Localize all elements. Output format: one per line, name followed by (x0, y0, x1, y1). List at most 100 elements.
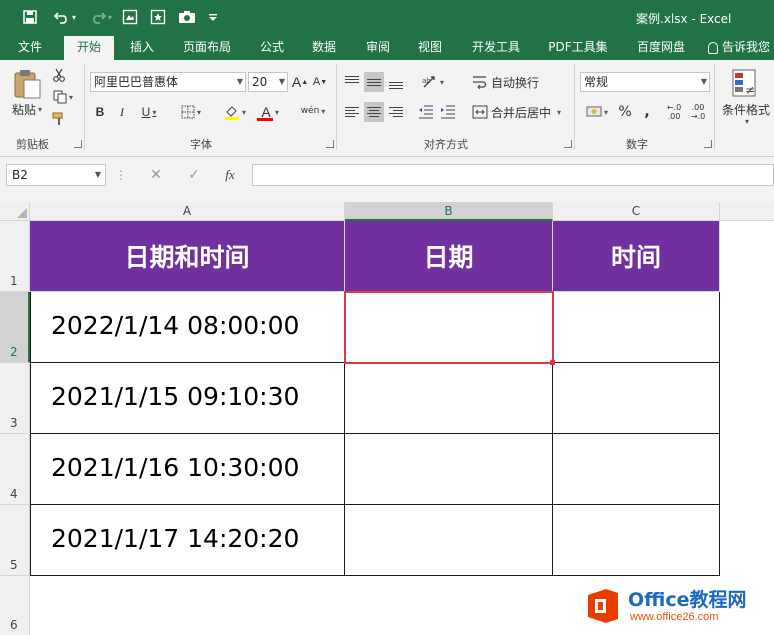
cell-c3[interactable] (553, 363, 720, 434)
clipboard-launcher-icon[interactable] (74, 140, 82, 148)
cell-b1[interactable]: 日期 (345, 221, 553, 292)
cut-icon[interactable] (50, 66, 68, 84)
wrap-text-button[interactable]: 自动换行 (472, 72, 542, 92)
paste-button[interactable]: 粘贴 ▾ (10, 102, 44, 117)
font-group-label: 字体 (190, 138, 212, 151)
column-header-b[interactable]: B (345, 202, 553, 221)
column-header-d[interactable] (720, 202, 774, 221)
cell-c2[interactable] (553, 292, 720, 363)
font-name-select[interactable]: 阿里巴巴普惠体 ▼ (90, 72, 246, 92)
conditional-formatting-icon[interactable]: ≠ (726, 66, 762, 102)
shrink-font-button[interactable]: A ▼ (312, 72, 328, 92)
cell-a5[interactable]: 2021/1/17 14:20:20 (30, 505, 345, 576)
font-color-icon[interactable]: A ▾ (254, 102, 284, 122)
increase-decimal-icon[interactable]: ←.0.00 (664, 100, 684, 124)
conditional-formatting-button[interactable]: 条件格式 (718, 102, 774, 117)
cell-c5[interactable] (553, 505, 720, 576)
worksheet-grid[interactable]: A B C 1 2 3 4 5 6 日期和时间 日期 时间 2022/1/14 … (0, 202, 774, 635)
borders-icon[interactable]: ▾ (176, 102, 206, 122)
merge-center-button[interactable]: 合并后居中 ▾ (472, 102, 570, 122)
decrease-indent-icon[interactable] (416, 102, 436, 122)
copy-icon[interactable]: ▾ (50, 88, 76, 106)
bold-button[interactable]: B (92, 102, 108, 122)
tab-file[interactable]: 文件 (8, 36, 52, 60)
undo-icon[interactable]: ▾ (50, 7, 80, 27)
active-cell-selection[interactable] (344, 291, 554, 364)
tab-review[interactable]: 审阅 (356, 36, 400, 60)
cell-a4[interactable]: 2021/1/16 10:30:00 (30, 434, 345, 505)
font-size-select[interactable]: 20 ▼ (248, 72, 288, 92)
chevron-down-icon[interactable]: ▼ (95, 165, 101, 185)
tab-view[interactable]: 视图 (408, 36, 452, 60)
screenshot-icon[interactable] (120, 7, 140, 27)
watermark-url: www.office26.com (630, 611, 719, 623)
row-header-2[interactable]: 2 (0, 292, 30, 363)
underline-button[interactable]: U ▾ (136, 102, 162, 122)
select-all-corner[interactable] (0, 202, 30, 221)
tab-developer[interactable]: 开发工具 (464, 36, 528, 60)
align-right-icon[interactable] (386, 102, 406, 122)
paste-icon[interactable] (10, 66, 44, 102)
align-bottom-icon[interactable] (386, 72, 406, 92)
title-bar: ▾ ▾ 案例.xlsx - Excel (0, 0, 774, 36)
formula-input[interactable] (252, 164, 774, 186)
cell-b5[interactable] (345, 505, 553, 576)
font-launcher-icon[interactable] (326, 140, 334, 148)
more-options-icon[interactable]: ⋮ (115, 167, 127, 183)
name-box[interactable]: B2 ▼ (6, 164, 106, 186)
tab-data[interactable]: 数据 (302, 36, 346, 60)
row-header-3[interactable]: 3 (0, 363, 30, 434)
italic-button[interactable]: I (114, 102, 130, 122)
format-painter-icon[interactable] (50, 110, 68, 128)
comma-style-button[interactable]: , (640, 102, 654, 122)
tell-me-label: 告诉我您 (722, 40, 771, 54)
tab-pdf-tools[interactable]: PDF工具集 (542, 36, 614, 60)
align-middle-icon[interactable] (364, 72, 384, 92)
cancel-icon[interactable]: ✕ (146, 167, 166, 183)
increase-indent-icon[interactable] (438, 102, 458, 122)
cell-a1[interactable]: 日期和时间 (30, 221, 345, 292)
decrease-decimal-icon[interactable]: .00 →.0 (688, 100, 708, 124)
align-left-icon[interactable] (342, 102, 362, 122)
wrap-text-icon (473, 76, 487, 89)
insert-function-button[interactable]: fx (220, 167, 240, 183)
column-header-c[interactable]: C (553, 202, 720, 221)
cell-c1[interactable]: 时间 (553, 221, 720, 292)
cell-b3[interactable] (345, 363, 553, 434)
row-header-4[interactable]: 4 (0, 434, 30, 505)
customize-toolbar-icon[interactable] (206, 7, 220, 27)
watermark-brand: Office教程网 (628, 589, 747, 611)
phonetic-guide-icon[interactable]: wén ▾ (296, 100, 330, 122)
row-header-6[interactable]: 6 (0, 576, 30, 635)
tab-page-layout[interactable]: 页面布局 (176, 36, 238, 60)
tab-formulas[interactable]: 公式 (250, 36, 294, 60)
cell-a2[interactable]: 2022/1/14 08:00:00 (30, 292, 345, 363)
redo-icon[interactable]: ▾ (86, 7, 116, 27)
enter-icon[interactable]: ✓ (184, 167, 204, 183)
percent-style-button[interactable]: % (616, 102, 634, 122)
column-header-a[interactable]: A (30, 202, 345, 221)
align-center-icon[interactable] (364, 102, 384, 122)
star-file-icon[interactable] (148, 7, 168, 27)
number-format-select[interactable]: 常规 ▼ (580, 72, 710, 92)
camera-icon[interactable] (176, 7, 198, 27)
number-launcher-icon[interactable] (704, 140, 712, 148)
cell-a3[interactable]: 2021/1/15 09:10:30 (30, 363, 345, 434)
cell-c4[interactable] (553, 434, 720, 505)
alignment-launcher-icon[interactable] (564, 140, 572, 148)
grow-font-button[interactable]: A ▲ (292, 72, 308, 92)
chevron-down-icon[interactable]: ▾ (738, 116, 754, 126)
fill-handle[interactable] (550, 360, 555, 365)
tab-baidu-netdisk[interactable]: 百度网盘 (628, 36, 694, 60)
cell-b4[interactable] (345, 434, 553, 505)
tab-tell-me[interactable]: 告诉我您 (708, 36, 774, 60)
tab-insert[interactable]: 插入 (120, 36, 164, 60)
fill-color-icon[interactable]: ▾ (220, 102, 250, 122)
tab-home[interactable]: 开始 (64, 36, 114, 60)
align-top-icon[interactable] (342, 72, 362, 92)
orientation-icon[interactable]: ab ▾ (418, 72, 448, 92)
row-header-1[interactable]: 1 (0, 221, 30, 292)
save-icon[interactable] (20, 7, 40, 27)
currency-format-icon[interactable]: ▾ (580, 102, 614, 122)
row-header-5[interactable]: 5 (0, 505, 30, 576)
